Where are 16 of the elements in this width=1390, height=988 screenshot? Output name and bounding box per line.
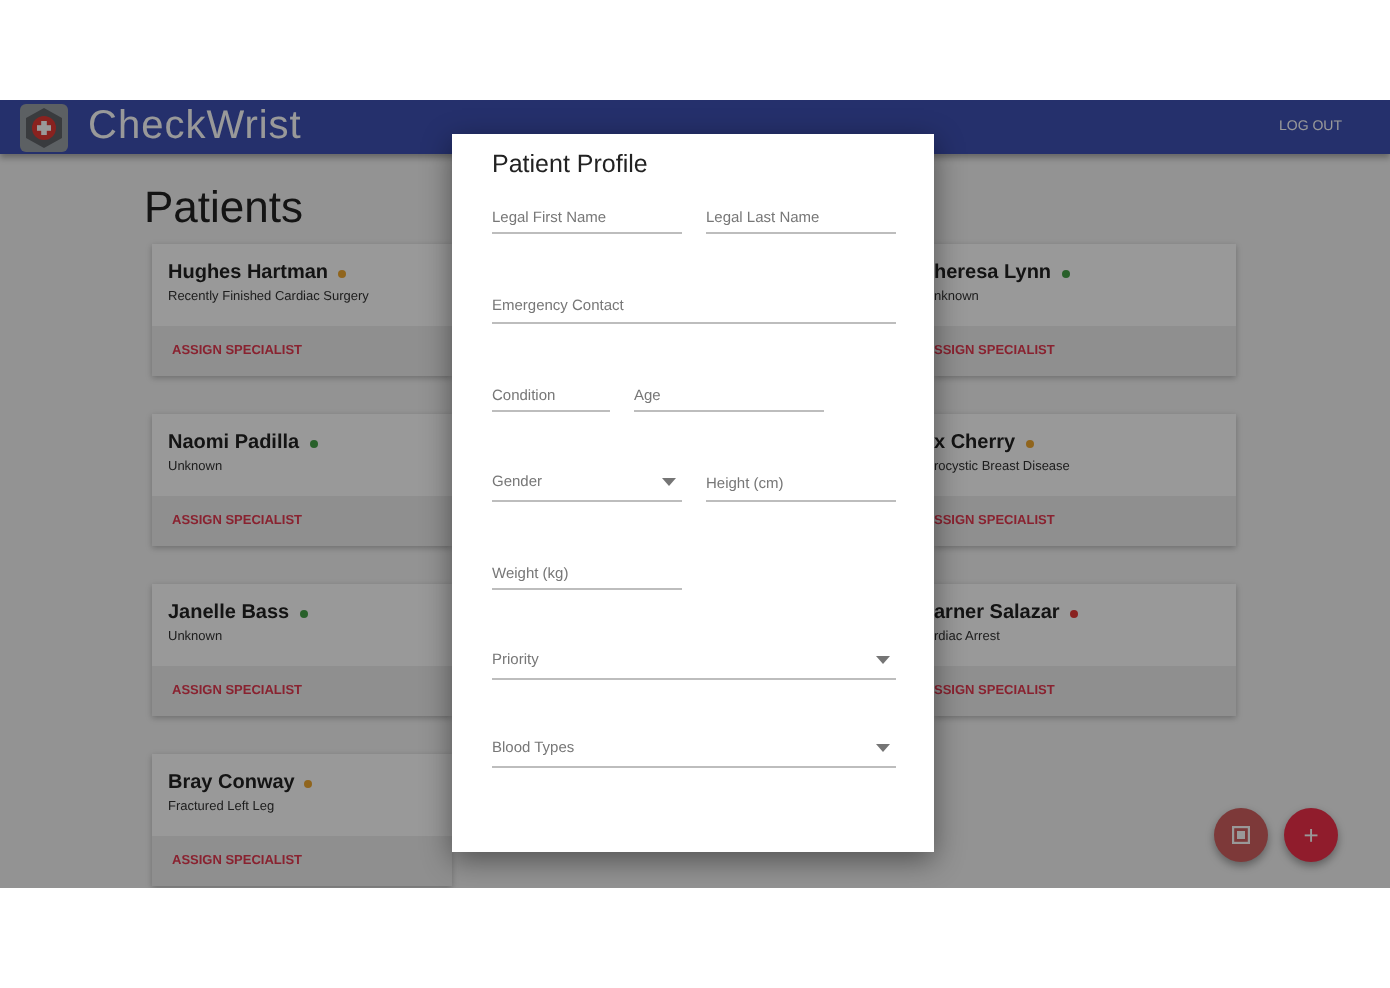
- scan-button[interactable]: [1214, 808, 1268, 862]
- frame-icon: [1232, 826, 1250, 844]
- caret-icon: [876, 744, 890, 752]
- patient-name: heresa Lynn: [934, 262, 1052, 284]
- patient-name: x Cherry: [934, 432, 1016, 454]
- patient-name: Bray Conway: [168, 772, 295, 794]
- caret-icon: [876, 655, 890, 663]
- dialog-title: Patient Profile: [492, 148, 650, 182]
- caret-icon: [662, 477, 676, 485]
- page-title: Patients: [144, 182, 303, 236]
- app-name: CheckWrist: [88, 104, 302, 150]
- patient-name: Hughes Hartman: [168, 262, 329, 284]
- patient-name: Janelle Bass: [168, 602, 290, 624]
- add-button[interactable]: +: [1284, 808, 1338, 862]
- patient-name: arner Salazar: [934, 602, 1060, 624]
- patient-name: Naomi Padilla: [168, 432, 300, 454]
